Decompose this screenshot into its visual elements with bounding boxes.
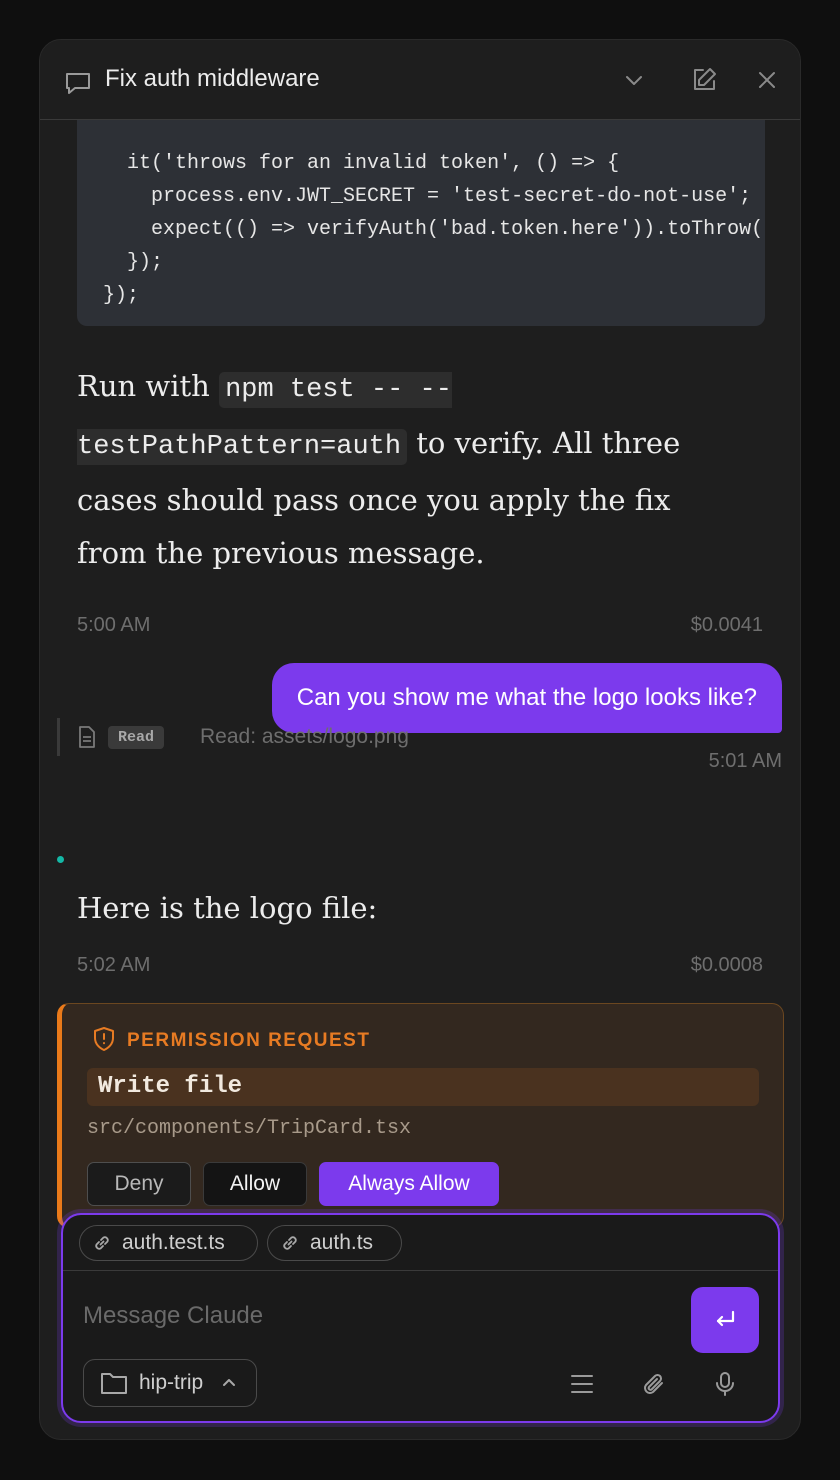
message-timestamp: 5:00 AM: [77, 614, 151, 636]
context-chip[interactable]: auth.ts: [267, 1225, 402, 1261]
code-line: expect(() => verifyAuth('bad.token.here'…: [103, 218, 765, 241]
chat-header: Fix auth middleware: [40, 40, 800, 120]
permission-path: src/components/TripCard.tsx: [87, 1117, 412, 1140]
message-timestamp: 5:02 AM: [77, 954, 151, 976]
user-message: Can you show me what the logo looks like…: [271, 663, 782, 733]
menu-icon: [571, 1375, 593, 1393]
shield-alert-icon: [94, 1027, 114, 1051]
chat-panel: Fix auth middleware it('throws for an in…: [39, 39, 801, 1440]
attach-button[interactable]: [640, 1370, 668, 1398]
message-timestamp: 5:01 AM: [708, 750, 782, 772]
message-composer: auth.test.ts auth.ts Message Claude hip-…: [61, 1213, 780, 1423]
permission-action-label: Write file: [98, 1073, 243, 1100]
context-chip[interactable]: auth.test.ts: [79, 1225, 258, 1261]
menu-button[interactable]: [568, 1370, 596, 1398]
microphone-icon: [716, 1372, 734, 1396]
tool-call-rail: [57, 718, 60, 756]
close-button[interactable]: [753, 66, 781, 94]
message-text: Run with: [77, 369, 220, 403]
allow-button[interactable]: Allow: [203, 1162, 307, 1206]
assistant-message: Here is the logo file:: [77, 882, 737, 935]
folder-icon: [101, 1373, 127, 1394]
assistant-message: Run with npm test -- --testPathPattern=a…: [77, 360, 737, 580]
collapse-button[interactable]: [620, 66, 648, 94]
document-icon: [79, 726, 95, 748]
tool-badge: Read: [108, 726, 165, 749]
chevron-down-icon: [626, 76, 642, 85]
close-icon: [759, 72, 775, 88]
chip-label: auth.ts: [310, 1231, 374, 1254]
enter-icon: [716, 1310, 735, 1327]
context-chips: auth.test.ts auth.ts: [63, 1215, 778, 1271]
deny-button[interactable]: Deny: [87, 1162, 191, 1206]
voice-button[interactable]: [711, 1370, 739, 1398]
code-line: process.env.JWT_SECRET = 'test-secret-do…: [103, 185, 752, 208]
code-line: });: [103, 251, 164, 274]
permission-title: PERMISSION REQUEST: [127, 1030, 371, 1051]
paperclip-icon: [644, 1373, 663, 1394]
chat-bubble-icon: [66, 73, 90, 94]
edit-icon: [694, 68, 716, 90]
message-input[interactable]: Message Claude: [83, 1302, 263, 1330]
chat-title: Fix auth middleware: [105, 65, 320, 92]
permission-request: PERMISSION REQUEST Write file src/compon…: [57, 1003, 784, 1228]
code-content: it('throws for an invalid token', () => …: [103, 147, 765, 312]
message-text: Here is the logo file:: [77, 891, 378, 925]
link-icon: [283, 1236, 297, 1250]
link-icon: [95, 1236, 109, 1250]
always-allow-button[interactable]: Always Allow: [319, 1162, 499, 1206]
tool-description: Read: assets/logo.png: [200, 725, 409, 748]
send-button[interactable]: [691, 1287, 759, 1353]
new-chat-button[interactable]: [690, 66, 718, 94]
message-cost: $0.0041: [690, 614, 763, 636]
code-line: });: [103, 284, 140, 307]
status-dot: [57, 856, 64, 863]
project-selector[interactable]: hip-trip: [83, 1359, 257, 1407]
code-line: it('throws for an invalid token', () => …: [103, 152, 620, 175]
permission-action: Write file: [87, 1068, 759, 1106]
message-cost: $0.0008: [690, 954, 763, 976]
message-list[interactable]: it('throws for an invalid token', () => …: [40, 120, 800, 1228]
chip-label: auth.test.ts: [122, 1231, 225, 1254]
chevron-up-icon: [223, 1379, 235, 1386]
project-name: hip-trip: [139, 1371, 204, 1394]
code-block: it('throws for an invalid token', () => …: [77, 120, 765, 326]
